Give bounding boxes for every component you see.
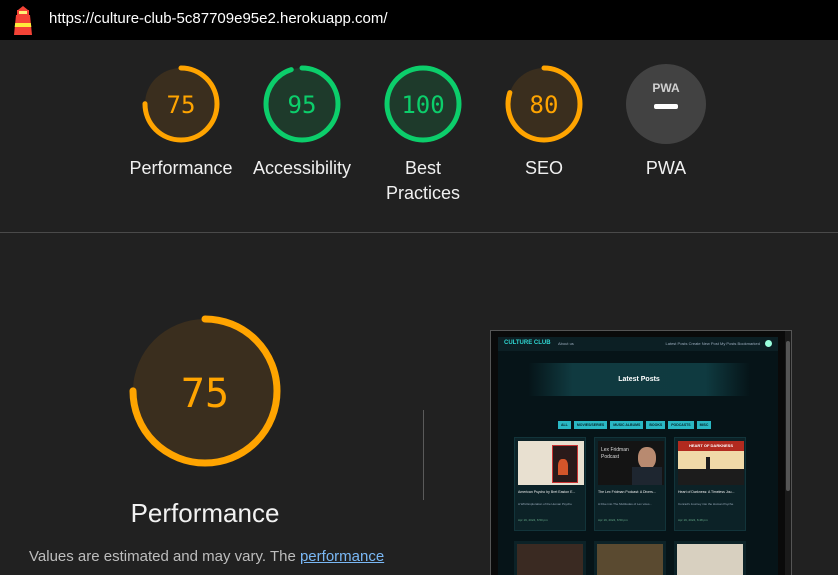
gauge-pwa[interactable]: PWA PWA [606,64,726,181]
gauge-ring: 75 [142,65,220,143]
gauge-performance[interactable]: 75 Performance [121,64,241,181]
divider [423,410,424,500]
scrollbar [785,331,791,575]
score-summary: 75 Performance 95 Accessibility 100 Best… [0,40,838,233]
post-card: American Psycho by Bret Easton E... A Wi… [514,437,586,531]
performance-title: Performance [130,498,280,528]
gauge-label: SEO [524,158,563,178]
hero-title: Latest Posts [618,376,660,383]
gauge-label: Best Practices [385,158,461,203]
nav-links: Latest Posts Create New Post My Posts Bo… [665,341,760,346]
gauge-score: 100 [401,91,444,119]
scrollbar-thumb [786,341,790,491]
page-url[interactable]: https://culture-club-5c87709e95e2.heroku… [49,10,388,27]
filter-chip: MOVIES/SERIES [573,421,608,429]
report-header: https://culture-club-5c87709e95e2.heroku… [0,0,838,40]
post-card: HEART OF DARKNESS Heart of Darkness: A T… [674,437,746,531]
gauge-score: 75 [167,91,196,119]
filter-chip: MUSIC ALBUMS [610,421,644,429]
gauge-accessibility[interactable]: 95 Accessibility [242,64,362,181]
site-brand: CULTURE CLUB [504,340,551,346]
performance-score: 75 [181,371,229,417]
post-title: The Lex Fridman Podcast: A Divers... [598,490,656,494]
filter-chip: MISC [696,421,712,429]
site-navbar: CULTURE CLUB About us Latest Posts Creat… [498,337,778,351]
gauge-ring: 80 [505,65,583,143]
performance-section: 75 Performance Values are estimated and … [0,234,838,575]
post-card: Lex Fridman Podcast The Lex Fridman Podc… [594,437,666,531]
gauge-seo[interactable]: 80 SEO [484,64,604,181]
filter-chip: PODCASTS [668,421,694,429]
gauge-label: PWA [645,158,687,178]
post-image: HEART OF DARKNESS [678,441,744,485]
final-screenshot[interactable]: CULTURE CLUB About us Latest Posts Creat… [490,330,792,575]
gauge-score: 80 [530,91,559,119]
gauge-best-practices[interactable]: 100 Best Practices [363,64,483,206]
post-meta: Apr 19, 2024, 6:48 pm [678,518,708,522]
post-desc: A Dive into The Multitudes of Lex vices.… [598,502,652,506]
post-title: American Psycho by Bret Easton E... [518,490,576,494]
post-meta: Apr 19, 2024, 6:50 pm [518,518,548,522]
gauge-score: 95 [288,91,317,119]
post-card [674,541,746,575]
pwa-badge-icon: PWA [626,64,706,144]
gauge-label: Performance [129,158,233,178]
post-meta: Apr 19, 2024, 6:50 pm [598,518,628,522]
filter-chips: ALL MOVIES/SERIES MUSIC ALBUMS BOOKS POD… [558,421,712,429]
post-desc: Conrad's Journey into the Human Psyche [678,502,734,506]
svg-text:PWA: PWA [652,81,680,95]
performance-link[interactable]: performance [300,548,384,565]
filter-chip: ALL [558,421,571,429]
post-title: Heart of Darkness: A Timeless Jou... [678,490,735,494]
filter-chip: BOOKS [646,421,666,429]
user-icon [765,340,772,347]
gauge-label: Accessibility [252,158,352,178]
estimate-note: Values are estimated and may vary. The p… [29,548,385,565]
post-card [594,541,666,575]
lighthouse-logo-icon [14,6,32,35]
performance-gauge: 75 [129,315,281,467]
gauge-ring: 100 [384,65,462,143]
about-link: About us [558,341,574,346]
post-card [514,541,586,575]
post-desc: A Wild Exploration of the Human Psyche [518,502,572,506]
site-body: Latest Posts ALL MOVIES/SERIES MUSIC ALB… [498,351,778,575]
post-image: Lex Fridman Podcast [598,441,664,485]
post-image [518,441,584,485]
gauge-ring: 95 [263,65,341,143]
hero-banner: Latest Posts [528,363,750,396]
